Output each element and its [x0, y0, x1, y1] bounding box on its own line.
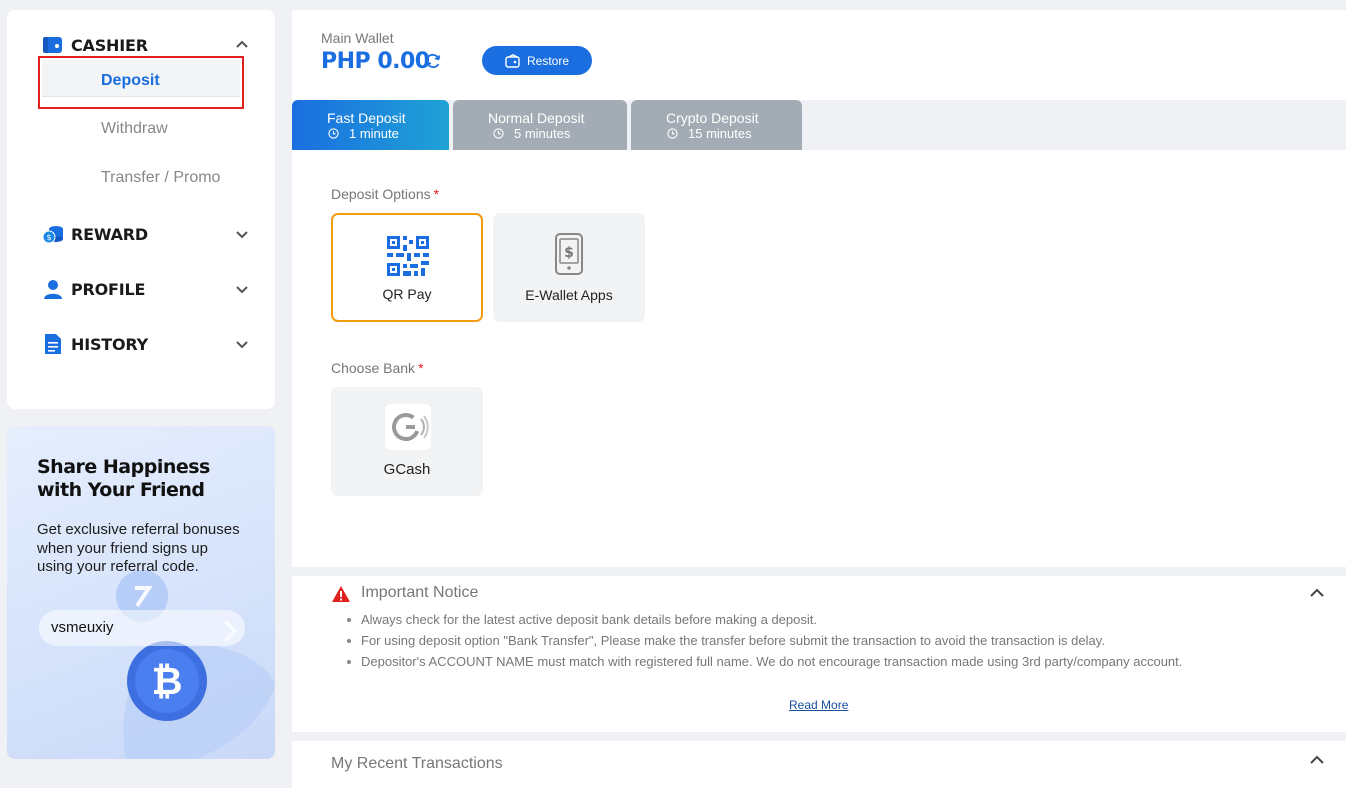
clock-icon: [667, 128, 678, 139]
tab-fast-deposit[interactable]: Fast Deposit 1 minute: [292, 100, 449, 150]
required-mark: *: [418, 360, 424, 376]
choose-bank-label-text: Choose Bank: [331, 360, 416, 376]
recent-transactions: My Recent Transactions: [292, 741, 1346, 788]
wallet-balance: PHP 0.00: [321, 49, 430, 74]
promo-title: Share Happiness with Your Friend: [37, 456, 210, 501]
tab-normal-deposit[interactable]: Normal Deposit 5 minutes: [453, 100, 627, 150]
mobile-wallet-icon: $: [555, 233, 583, 275]
tab-crypto-deposit-title: Crypto Deposit: [666, 110, 759, 126]
deposit-form: Deposit Options* QR Pay $ E-Wallet Apps: [292, 150, 1346, 567]
chevron-down-icon[interactable]: [233, 280, 251, 298]
choose-bank-label: Choose Bank *: [331, 360, 424, 376]
chevron-up-icon[interactable]: [1308, 584, 1326, 602]
recent-transactions-title: My Recent Transactions: [331, 755, 503, 772]
referral-code-field[interactable]: vsmeuxiy: [39, 610, 245, 646]
svg-text:₿: ₿: [152, 659, 183, 703]
deposit-options-label: Deposit Options *: [331, 186, 439, 202]
chevron-down-icon[interactable]: [233, 335, 251, 353]
deposit-method-tabs: Fast Deposit 1 minute Normal Deposit 5 m…: [292, 100, 1346, 150]
deposit-options-label-text: Deposit Options: [331, 186, 431, 202]
option-qr-pay-label: QR Pay: [382, 286, 432, 302]
nav-reward-label: REWARD: [71, 224, 148, 244]
tab-fast-deposit-time-label: 1 minute: [349, 126, 399, 141]
wallet-icon: [41, 33, 65, 57]
clock-icon: [328, 128, 339, 139]
referral-promo-card: ₿ Share Happiness with Your Friend Get e…: [7, 426, 275, 759]
notice-item: Depositor's ACCOUNT NAME must match with…: [347, 654, 1237, 670]
promo-description: Get exclusive referral bonuses when your…: [37, 521, 240, 575]
read-more-link[interactable]: Read More: [789, 698, 848, 712]
nav-reward[interactable]: $ REWARD: [41, 219, 251, 249]
restore-wallet-icon: [505, 53, 520, 68]
tab-fast-deposit-title: Fast Deposit: [327, 110, 406, 126]
tab-crypto-deposit[interactable]: Crypto Deposit 15 minutes: [631, 100, 802, 150]
tab-fast-deposit-time: 1 minute: [328, 126, 399, 141]
bank-gcash-label: GCash: [383, 461, 431, 478]
sidebar-item-withdraw[interactable]: Withdraw: [101, 120, 168, 138]
svg-text:$: $: [564, 245, 574, 261]
nav-profile[interactable]: PROFILE: [41, 274, 251, 304]
option-qr-pay[interactable]: QR Pay: [331, 213, 483, 322]
warning-icon: [332, 586, 350, 602]
tab-crypto-deposit-time-label: 15 minutes: [688, 126, 752, 141]
document-icon: [41, 332, 65, 356]
tab-normal-deposit-time: 5 minutes: [493, 126, 570, 141]
chevron-down-icon[interactable]: [233, 225, 251, 243]
notice-list: Always check for the latest active depos…: [347, 612, 1237, 675]
chevron-up-icon[interactable]: [233, 36, 251, 54]
restore-button[interactable]: Restore: [482, 46, 592, 75]
coins-icon: $: [41, 222, 65, 246]
svg-text:$: $: [46, 233, 51, 242]
tab-crypto-deposit-time: 15 minutes: [667, 126, 752, 141]
sidebar-item-deposit[interactable]: Deposit: [38, 56, 244, 109]
sidebar-item-transfer-promo[interactable]: Transfer / Promo: [101, 169, 220, 187]
nav-history[interactable]: HISTORY: [41, 329, 251, 359]
crypto-coin-illustration: ₿: [116, 570, 275, 759]
important-notice: Important Notice Always check for the la…: [292, 576, 1346, 732]
gcash-logo-icon: [385, 404, 431, 450]
wallet-label: Main Wallet: [321, 30, 394, 46]
refresh-icon[interactable]: [424, 52, 442, 70]
option-e-wallet-apps[interactable]: $ E-Wallet Apps: [493, 213, 645, 322]
bank-gcash[interactable]: GCash: [331, 387, 483, 496]
chevron-up-icon[interactable]: [1308, 751, 1326, 769]
notice-title: Important Notice: [361, 584, 479, 601]
sidebar-menu: CASHIER Deposit Withdraw Transfer / Prom…: [7, 10, 275, 409]
clock-icon: [493, 128, 504, 139]
user-icon: [41, 277, 65, 301]
wallet-header: Main Wallet PHP 0.00 Restore: [292, 10, 1346, 100]
nav-history-label: HISTORY: [71, 334, 149, 354]
tab-normal-deposit-title: Normal Deposit: [488, 110, 585, 126]
required-mark: *: [433, 186, 440, 202]
nav-cashier-label: CASHIER: [71, 35, 148, 55]
qr-code-icon: [387, 236, 429, 276]
sidebar-item-deposit-label: Deposit: [101, 72, 160, 89]
restore-button-label: Restore: [526, 53, 570, 68]
nav-profile-label: PROFILE: [71, 279, 146, 299]
notice-item: For using deposit option "Bank Transfer"…: [347, 633, 1237, 649]
option-e-wallet-apps-label: E-Wallet Apps: [525, 287, 613, 303]
tab-normal-deposit-time-label: 5 minutes: [514, 126, 571, 141]
notice-item: Always check for the latest active depos…: [347, 612, 1237, 628]
